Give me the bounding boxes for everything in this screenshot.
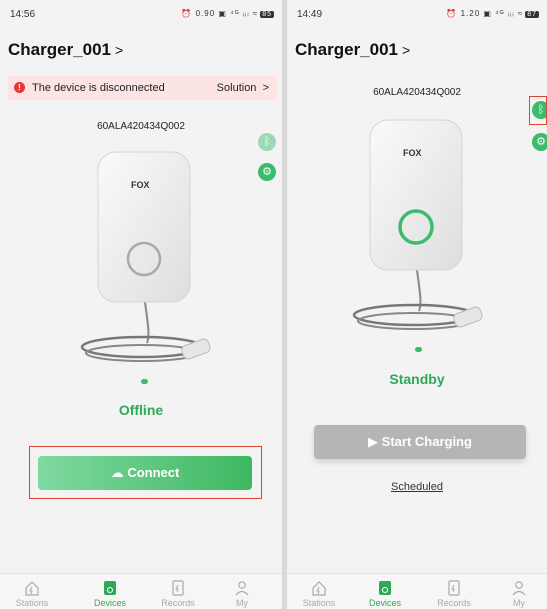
status-text: Standby xyxy=(389,371,445,387)
serial-number: 60ALA420434Q002 xyxy=(373,87,461,98)
house-bolt-icon xyxy=(312,581,326,596)
play-icon: ▶ xyxy=(368,434,379,449)
bottom-tab-bar: Stations Devices Records My xyxy=(287,573,547,609)
chevron-right-icon: > xyxy=(262,82,269,94)
solution-link[interactable]: Solution > xyxy=(217,82,269,94)
start-charging-button[interactable]: ▶ Start Charging xyxy=(314,425,526,459)
serial-number: 60ALA420434Q002 xyxy=(97,121,185,132)
tab-my[interactable]: My xyxy=(214,580,270,608)
status-bar: 14:49 ⏰ 1.20 ▣ ⁴ᴳ ᵢᵢᵢ ≈87 xyxy=(287,0,547,30)
gear-icon[interactable]: ⚙ xyxy=(532,133,547,151)
status-indicator xyxy=(415,347,422,352)
status-time: 14:56 xyxy=(10,9,36,20)
bluetooth-icon[interactable]: ᛒ xyxy=(258,133,276,151)
banner-message: The device is disconnected xyxy=(32,82,165,94)
right-screen: 14:49 ⏰ 1.20 ▣ ⁴ᴳ ᵢᵢᵢ ≈87 Charger_001 > 6… xyxy=(287,0,547,609)
person-icon xyxy=(512,581,526,596)
document-bolt-icon xyxy=(172,580,184,596)
tab-my[interactable]: My xyxy=(491,580,547,608)
battery-icon: 87 xyxy=(525,11,539,18)
highlight-box xyxy=(529,96,547,125)
status-icons: ⏰ 1.20 ▣ ⁴ᴳ ᵢᵢᵢ ≈87 xyxy=(446,9,539,18)
tab-records[interactable]: Records xyxy=(150,580,206,608)
device-name: Charger_001 xyxy=(8,40,112,59)
house-bolt-icon xyxy=(25,581,39,596)
tab-devices[interactable]: Devices xyxy=(357,580,413,608)
status-indicator xyxy=(141,379,148,384)
highlight-box xyxy=(29,446,262,499)
device-title[interactable]: Charger_001 > xyxy=(295,40,410,60)
chevron-right-icon: > xyxy=(402,42,411,58)
status-icons: ⏰ 0.90 ▣ ⁴ᴳ ᵢᵢᵢ ≈85 xyxy=(181,9,274,18)
gear-icon[interactable]: ⚙ xyxy=(258,163,276,181)
tab-records[interactable]: Records xyxy=(426,580,482,608)
status-bar: 14:56 ⏰ 0.90 ▣ ⁴ᴳ ᵢᵢᵢ ≈85 xyxy=(0,0,282,30)
bottom-tab-bar: Stations Devices Records My xyxy=(0,573,282,609)
tab-stations[interactable]: Stations xyxy=(291,580,347,608)
charger-image: FOX xyxy=(352,119,483,330)
brand-logo: FOX xyxy=(131,180,150,190)
device-name: Charger_001 xyxy=(295,40,399,59)
device-title[interactable]: Charger_001 > xyxy=(8,40,123,60)
charger-icon xyxy=(104,581,116,595)
brand-logo: FOX xyxy=(403,148,422,158)
status-text: Offline xyxy=(118,402,164,418)
tab-devices[interactable]: Devices xyxy=(82,580,138,608)
left-screen: 14:56 ⏰ 0.90 ▣ ⁴ᴳ ᵢᵢᵢ ≈85 Charger_001 > !… xyxy=(0,0,282,609)
document-bolt-icon xyxy=(448,580,460,596)
person-icon xyxy=(235,581,249,596)
scheduled-link[interactable]: Scheduled xyxy=(287,481,547,493)
tab-stations[interactable]: Stations xyxy=(4,580,60,608)
charger-icon xyxy=(379,581,391,595)
status-time: 14:49 xyxy=(297,9,323,20)
battery-icon: 85 xyxy=(260,11,274,18)
disconnected-banner: ! The device is disconnected Solution > xyxy=(8,76,277,100)
error-icon: ! xyxy=(14,82,25,93)
charger-image: FOX xyxy=(80,151,211,362)
chevron-right-icon: > xyxy=(115,42,124,58)
